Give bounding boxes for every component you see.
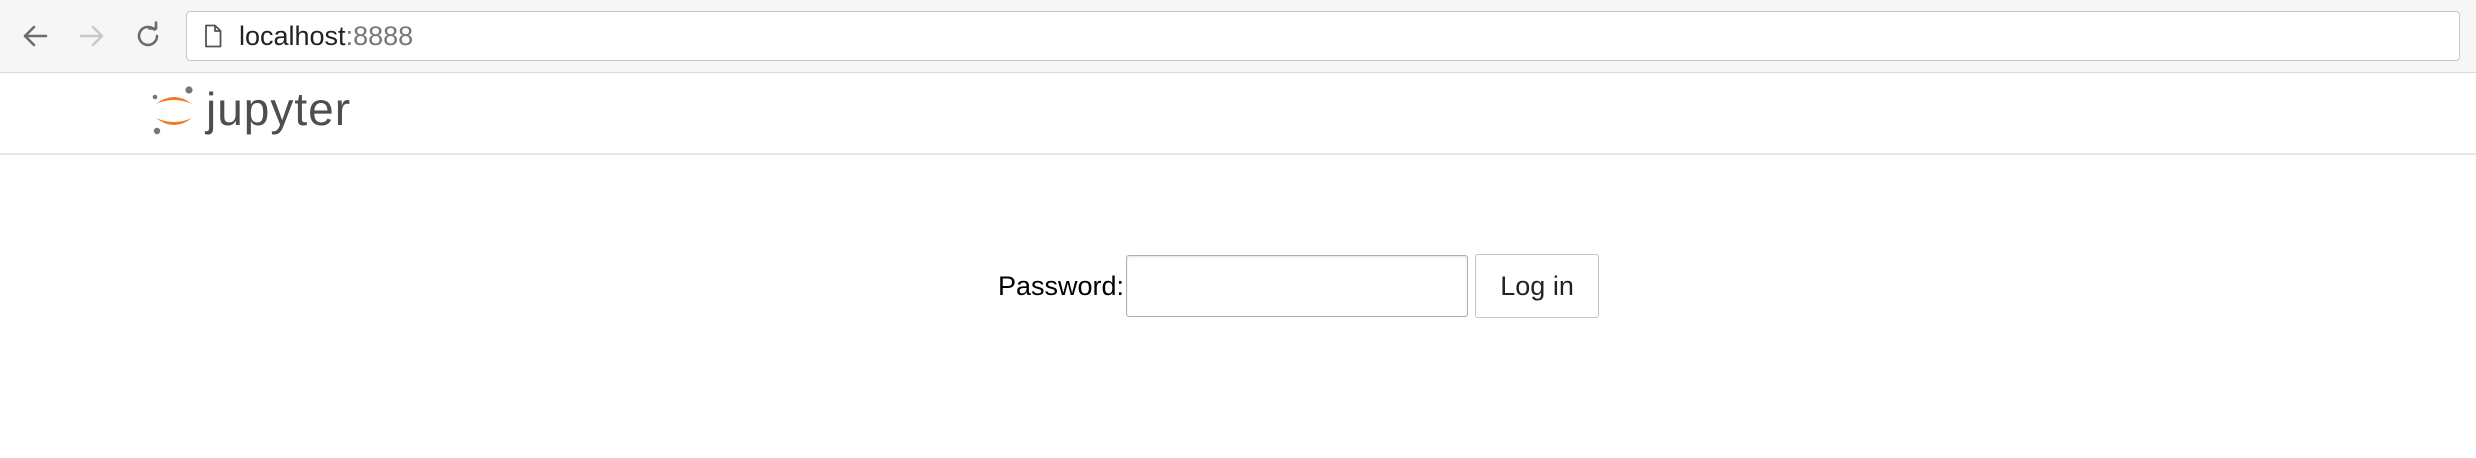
url-port: :8888 — [345, 20, 414, 51]
browser-toolbar: localhost:8888 — [0, 0, 2476, 73]
jupyter-logo-icon — [150, 81, 198, 146]
arrow-left-icon — [19, 20, 51, 52]
url-host: localhost — [239, 20, 346, 51]
login-form: Password: Log in — [998, 254, 1600, 318]
password-label: Password: — [998, 270, 1125, 301]
forward-button[interactable] — [72, 16, 112, 56]
jupyter-logo[interactable]: jupyter — [150, 83, 351, 143]
reload-icon — [132, 20, 164, 52]
logo-text: jupyter — [206, 83, 352, 135]
login-button[interactable]: Log in — [1475, 254, 1600, 318]
url-text: localhost:8888 — [239, 21, 413, 52]
page-icon — [203, 23, 223, 49]
password-input[interactable] — [1126, 255, 1469, 317]
arrow-right-icon — [76, 20, 108, 52]
site-header: jupyter — [0, 73, 2476, 155]
reload-button[interactable] — [128, 16, 168, 56]
back-button[interactable] — [15, 16, 55, 56]
address-bar[interactable]: localhost:8888 — [186, 11, 2460, 61]
